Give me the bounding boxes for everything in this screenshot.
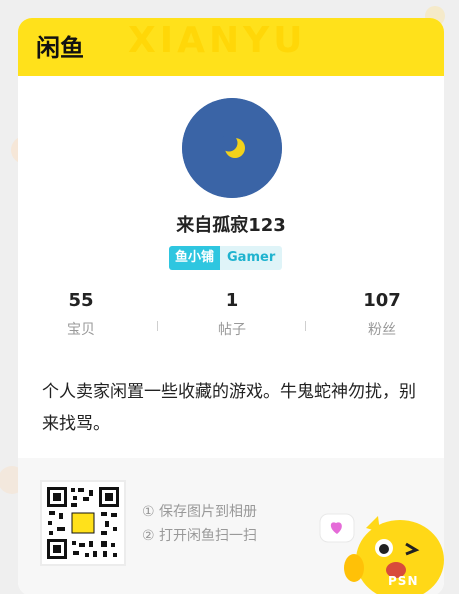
stat-divider (305, 321, 306, 331)
stat-items[interactable]: 55 宝贝 (31, 290, 131, 339)
psn-watermark: PSN (388, 574, 419, 588)
profile-bio: 个人卖家闲置一些收藏的游戏。牛鬼蛇神勿扰，别来找骂。 (42, 382, 416, 434)
stat-fans-label: 粉丝 (368, 322, 396, 338)
share-footer: ① 保存图片到相册 ② 打开闲鱼扫一扫 PSN (18, 458, 444, 594)
card-header: XIANYU 闲鱼 (18, 18, 444, 76)
mascot-icon (319, 513, 444, 594)
instruction-step-2: ② 打开闲鱼扫一扫 (142, 528, 258, 544)
moon-icon (182, 98, 282, 198)
stat-posts[interactable]: 1 帖子 (182, 290, 282, 339)
instruction-step-1: ① 保存图片到相册 (142, 504, 258, 520)
qr-code-icon (45, 485, 121, 561)
avatar[interactable] (182, 98, 282, 198)
xianyu-watermark: XIANYU (128, 20, 307, 61)
gamer-badge: Gamer (220, 246, 283, 270)
scan-instructions: ① 保存图片到相册 ② 打开闲鱼扫一扫 (142, 500, 257, 548)
profile-card: XIANYU 闲鱼 来自孤寂123 鱼小铺 Gamer 55 宝贝 1 帖子 1… (18, 18, 444, 594)
badge-group: 鱼小铺 Gamer (169, 246, 283, 270)
stats-row: 55 宝贝 1 帖子 107 粉丝 (18, 290, 444, 350)
stat-fans[interactable]: 107 粉丝 (332, 290, 432, 339)
svg-text:闲鱼: 闲鱼 (36, 34, 84, 62)
stat-posts-value: 1 (225, 290, 239, 311)
qr-code (40, 480, 126, 566)
stat-posts-label: 帖子 (218, 322, 246, 338)
stat-divider (157, 321, 158, 331)
stat-items-value: 55 (68, 290, 94, 311)
stat-items-label: 宝贝 (67, 322, 95, 338)
username: 来自孤寂123 (176, 215, 286, 236)
xianyu-logo-icon: 闲鱼 (36, 34, 84, 62)
shop-badge[interactable]: 鱼小铺 (169, 246, 221, 270)
stat-fans-value: 107 (363, 290, 401, 311)
